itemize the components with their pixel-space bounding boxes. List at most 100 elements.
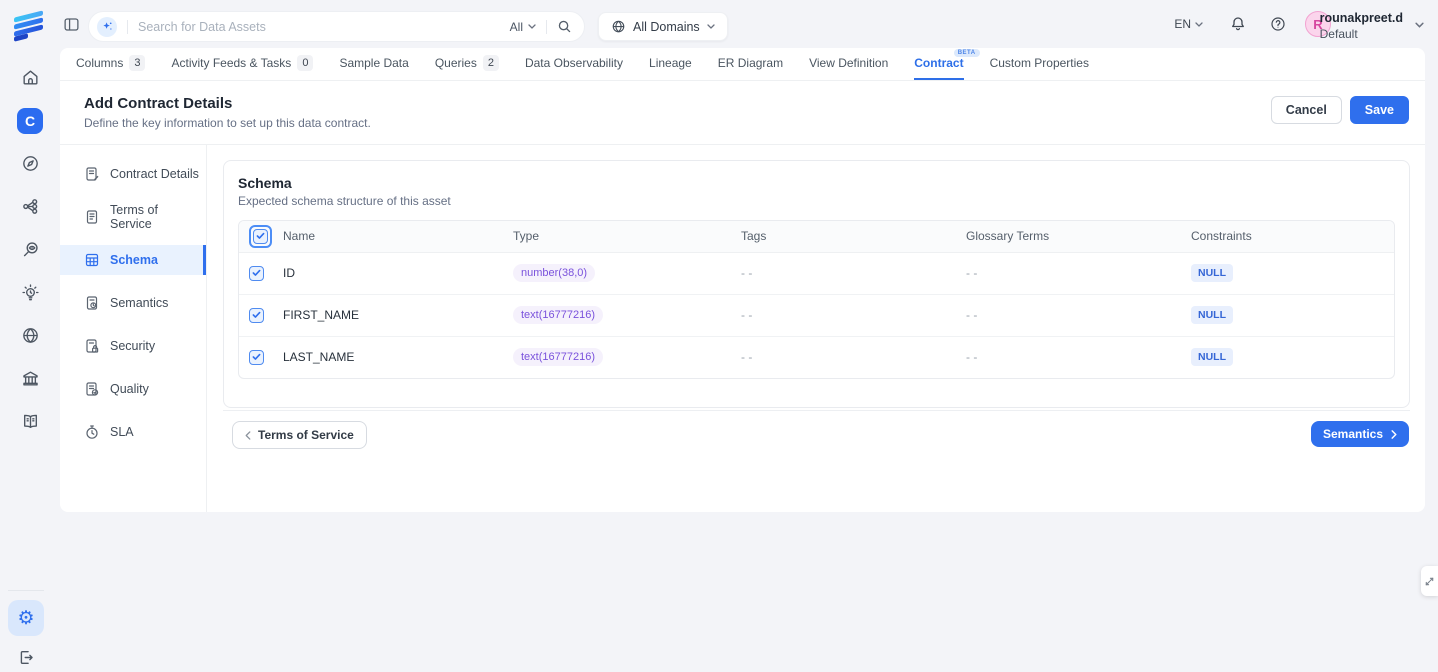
search-divider-2 bbox=[546, 20, 547, 34]
cell-name: ID bbox=[283, 252, 513, 294]
sidebar-item-discover[interactable] bbox=[0, 142, 60, 185]
tab-count-badge: 3 bbox=[129, 55, 145, 71]
settings-button[interactable]: ⚙ bbox=[8, 600, 44, 636]
schema-table-header: Name Type Tags Glossary Terms Constraint… bbox=[239, 221, 1394, 252]
schema-card: Schema Expected schema structure of this… bbox=[223, 160, 1410, 408]
document-check-icon bbox=[84, 381, 100, 397]
document-list-icon bbox=[84, 209, 100, 225]
row-checkbox[interactable] bbox=[249, 350, 264, 365]
next-semantics-button[interactable]: Semantics bbox=[1311, 421, 1409, 447]
document-edit-icon bbox=[84, 166, 100, 182]
stopwatch-icon bbox=[84, 424, 100, 440]
global-search-bar[interactable]: All bbox=[88, 11, 585, 42]
constraint-badge: NULL bbox=[1191, 264, 1233, 282]
tab-strip: Columns 3 Activity Feeds & Tasks 0 Sampl… bbox=[60, 48, 1425, 81]
tab-data-observability[interactable]: Data Observability bbox=[525, 48, 623, 80]
schema-table-body: ID number(38,0) - - - - NULL FIRST_NAME … bbox=[239, 252, 1394, 378]
sidebar-item-home[interactable] bbox=[0, 56, 60, 99]
magnifier-eye-icon bbox=[21, 240, 40, 259]
user-name: rounakpreet.d bbox=[1320, 11, 1403, 27]
sidebar-item-search[interactable] bbox=[0, 228, 60, 271]
gear-icon: ⚙ bbox=[17, 607, 34, 630]
ai-sparkle-icon bbox=[97, 17, 117, 37]
chevron-right-icon bbox=[1391, 430, 1397, 439]
schema-title: Schema bbox=[238, 175, 1395, 191]
search-input[interactable] bbox=[138, 20, 510, 34]
tab-contract[interactable]: Contract BETA bbox=[914, 48, 963, 80]
schema-table-row: FIRST_NAME text(16777216) - - - - NULL bbox=[239, 294, 1394, 336]
sidebar-item-glossary[interactable] bbox=[0, 400, 60, 443]
tab-count-badge: 2 bbox=[483, 55, 499, 71]
cell-glossary-terms: - - bbox=[966, 294, 1191, 336]
brand-logo[interactable] bbox=[11, 8, 47, 44]
contract-nav: Contract Details Terms of Service Schema… bbox=[60, 145, 207, 512]
open-book-icon bbox=[21, 412, 40, 431]
document-clock-icon bbox=[84, 295, 100, 311]
help-button[interactable] bbox=[1270, 16, 1286, 32]
column-header-glossary-terms: Glossary Terms bbox=[966, 221, 1191, 252]
save-button[interactable]: Save bbox=[1350, 96, 1409, 124]
resize-handle[interactable] bbox=[1421, 566, 1438, 596]
tab-count-badge: 0 bbox=[297, 55, 313, 71]
logout-button[interactable] bbox=[16, 647, 36, 667]
contract-nav-item-schema[interactable]: Schema bbox=[60, 245, 206, 275]
back-terms-of-service-button[interactable]: Terms of Service bbox=[232, 421, 367, 449]
tab-activity-feeds-tasks[interactable]: Activity Feeds & Tasks 0 bbox=[171, 48, 313, 80]
type-badge: text(16777216) bbox=[513, 306, 603, 324]
globe-grid-icon bbox=[21, 326, 40, 345]
tab-view-definition[interactable]: View Definition bbox=[809, 48, 888, 80]
table-grid-icon bbox=[84, 252, 100, 268]
lineage-graph-icon bbox=[21, 197, 40, 216]
contract-nav-item-security[interactable]: Security bbox=[60, 331, 206, 361]
contract-nav-item-quality[interactable]: Quality bbox=[60, 374, 206, 404]
search-scope-dropdown[interactable]: All bbox=[510, 20, 536, 34]
footer-divider bbox=[223, 410, 1410, 411]
column-header-name: Name bbox=[283, 221, 513, 252]
sidebar-item-insights[interactable] bbox=[0, 271, 60, 314]
language-dropdown[interactable]: EN bbox=[1174, 17, 1203, 31]
select-all-checkbox[interactable] bbox=[253, 229, 268, 244]
chevron-down-icon bbox=[1195, 22, 1203, 27]
panel-toggle-icon[interactable] bbox=[63, 16, 80, 33]
page-title: Add Contract Details bbox=[84, 95, 1401, 112]
column-header-type: Type bbox=[513, 221, 741, 252]
contract-nav-item-terms-of-service[interactable]: Terms of Service bbox=[60, 202, 206, 232]
column-header-tags: Tags bbox=[741, 221, 966, 252]
schema-table: Name Type Tags Glossary Terms Constraint… bbox=[238, 220, 1395, 379]
notifications-button[interactable] bbox=[1230, 16, 1246, 32]
contract-nav-item-semantics[interactable]: Semantics bbox=[60, 288, 206, 318]
cell-glossary-terms: - - bbox=[966, 252, 1191, 294]
page-subtitle: Define the key information to set up thi… bbox=[84, 116, 1401, 130]
tab-columns[interactable]: Columns 3 bbox=[76, 48, 145, 80]
lightbulb-icon bbox=[21, 283, 40, 302]
cancel-button[interactable]: Cancel bbox=[1271, 96, 1342, 124]
home-icon bbox=[21, 68, 40, 87]
schema-subtitle: Expected schema structure of this asset bbox=[238, 194, 1395, 208]
bank-icon bbox=[21, 369, 40, 388]
all-domains-dropdown[interactable]: All Domains bbox=[598, 12, 728, 41]
sidebar-item-web[interactable] bbox=[0, 314, 60, 357]
chevron-down-icon bbox=[707, 24, 715, 29]
catalog-app-icon: C bbox=[17, 108, 43, 134]
contract-nav-item-contract-details[interactable]: Contract Details bbox=[60, 159, 206, 189]
sidebar-item-catalog[interactable]: C bbox=[0, 99, 60, 142]
contract-nav-item-sla[interactable]: SLA bbox=[60, 417, 206, 447]
tab-custom-properties[interactable]: Custom Properties bbox=[990, 48, 1089, 80]
tab-queries[interactable]: Queries 2 bbox=[435, 48, 499, 80]
sidebar-item-lineage[interactable] bbox=[0, 185, 60, 228]
row-checkbox[interactable] bbox=[249, 266, 264, 281]
select-all-ring bbox=[249, 225, 272, 248]
compass-icon bbox=[21, 154, 40, 173]
diagonal-resize-icon bbox=[1424, 576, 1435, 587]
tab-lineage[interactable]: Lineage bbox=[649, 48, 692, 80]
row-checkbox[interactable] bbox=[249, 308, 264, 323]
sidebar-item-governance[interactable] bbox=[0, 357, 60, 400]
tab-er-diagram[interactable]: ER Diagram bbox=[718, 48, 783, 80]
chevron-down-icon[interactable] bbox=[1415, 22, 1424, 28]
search-icon[interactable] bbox=[557, 19, 572, 34]
column-header-constraints: Constraints bbox=[1191, 221, 1394, 252]
user-menu[interactable]: rounakpreet.d Default bbox=[1320, 11, 1403, 42]
schema-table-row: LAST_NAME text(16777216) - - - - NULL bbox=[239, 336, 1394, 378]
tab-sample-data[interactable]: Sample Data bbox=[339, 48, 408, 80]
user-workspace: Default bbox=[1320, 27, 1403, 42]
